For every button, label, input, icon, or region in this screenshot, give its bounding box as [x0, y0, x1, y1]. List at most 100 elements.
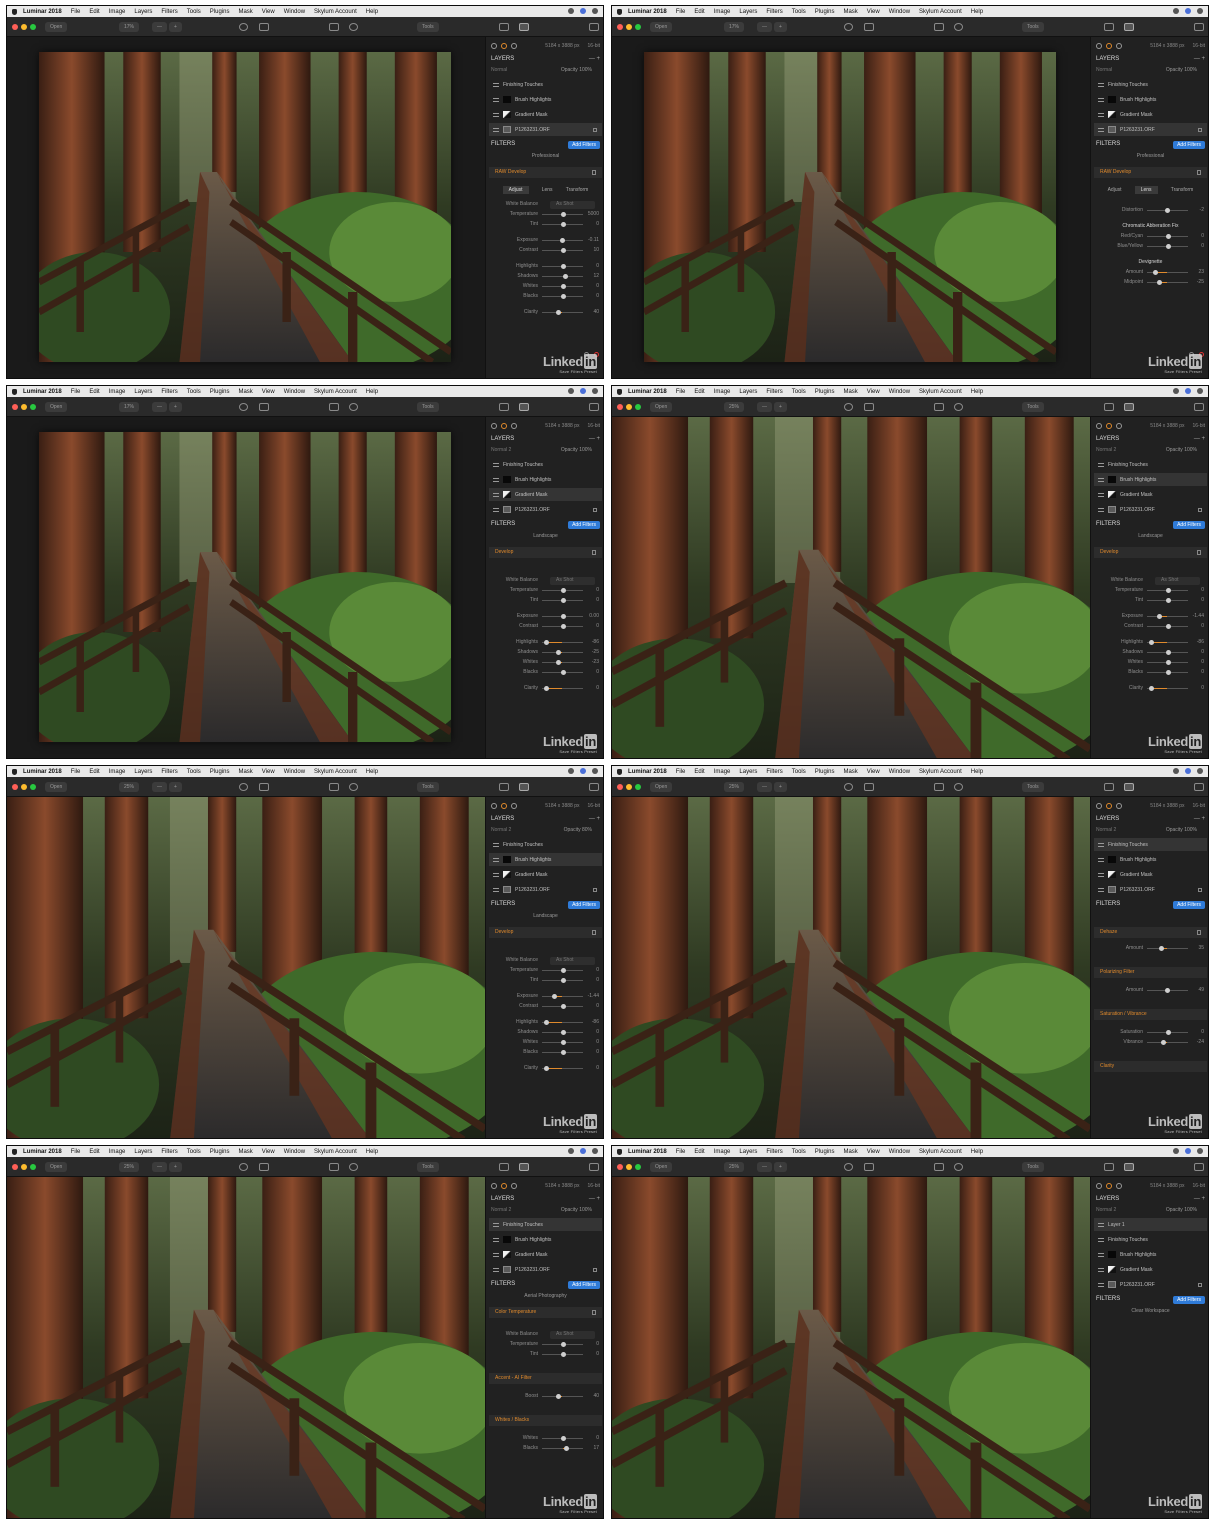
menu-tools[interactable]: Tools: [792, 9, 806, 15]
apple-icon[interactable]: [617, 1148, 622, 1155]
menu-skylum-account[interactable]: Skylum Account: [919, 1149, 962, 1155]
spotlight-icon[interactable]: [1173, 388, 1179, 394]
app-name[interactable]: Luminar 2018: [628, 769, 667, 775]
slider-track[interactable]: [542, 686, 583, 691]
info-icon[interactable]: [1116, 803, 1122, 809]
add-filters-button[interactable]: Add Filters: [568, 1281, 600, 1289]
layer-row[interactable]: Gradient Mask: [1094, 108, 1207, 121]
layer-row[interactable]: P1263231.ORF: [489, 883, 602, 896]
layer-row[interactable]: Brush Highlights: [489, 1233, 602, 1246]
menu-skylum-account[interactable]: Skylum Account: [314, 769, 357, 775]
slider-track[interactable]: [1147, 244, 1188, 249]
image-canvas[interactable]: [612, 1177, 1090, 1518]
add-filters-button[interactable]: Add Filters: [568, 141, 600, 149]
layer-row[interactable]: P1263231.ORF: [489, 123, 602, 136]
slider-value[interactable]: 0: [1201, 669, 1204, 675]
panel-layout-icon[interactable]: [1104, 783, 1114, 791]
menu-image[interactable]: Image: [109, 9, 126, 15]
close-window-button[interactable]: [617, 24, 623, 30]
spotlight-icon[interactable]: [568, 8, 574, 14]
slider-handle[interactable]: [1157, 280, 1163, 285]
menu-plugins[interactable]: Plugins: [210, 769, 230, 775]
slider-value[interactable]: -24: [1197, 1039, 1204, 1045]
menu-layers[interactable]: Layers: [134, 1149, 152, 1155]
slider-handle[interactable]: [562, 274, 568, 279]
apple-icon[interactable]: [12, 388, 17, 395]
slider-track[interactable]: [542, 660, 583, 665]
tools-dropdown[interactable]: Tools: [417, 782, 439, 792]
open-button[interactable]: Open: [650, 22, 673, 32]
menu-file[interactable]: File: [676, 389, 686, 395]
panel-layout-icon[interactable]: [499, 783, 509, 791]
opacity-value[interactable]: Opacity 100%: [1166, 67, 1197, 73]
filters-panel-icon[interactable]: [519, 1163, 529, 1171]
slider-track[interactable]: [1147, 598, 1188, 603]
siri-icon[interactable]: [580, 8, 586, 14]
slider-value[interactable]: 0: [596, 1039, 599, 1045]
lock-icon[interactable]: [1198, 507, 1202, 512]
add-layer-button[interactable]: — +: [589, 816, 600, 822]
slider-value[interactable]: 0: [596, 1065, 599, 1071]
filter-header[interactable]: Saturation / Vibrance: [1094, 1009, 1207, 1020]
slider-handle[interactable]: [560, 614, 566, 619]
menu-tools[interactable]: Tools: [187, 389, 201, 395]
image-canvas[interactable]: [7, 1177, 485, 1518]
menu-help[interactable]: Help: [366, 769, 378, 775]
filter-lock-icon[interactable]: [1197, 550, 1201, 555]
slider-track[interactable]: [1147, 624, 1188, 629]
histogram-icon[interactable]: [1096, 1183, 1102, 1189]
histogram-icon[interactable]: [491, 803, 497, 809]
slider-track[interactable]: [1147, 614, 1188, 619]
menu-image[interactable]: Image: [714, 1149, 731, 1155]
filter-lock-icon[interactable]: [592, 550, 596, 555]
compare-icon[interactable]: [864, 23, 874, 31]
slider-handle[interactable]: [1153, 270, 1159, 275]
compare-icon[interactable]: [864, 783, 874, 791]
layer-row[interactable]: P1263231.ORF: [489, 1263, 602, 1276]
slider-track[interactable]: [1147, 660, 1188, 665]
slider-handle[interactable]: [544, 1020, 550, 1025]
slider-handle[interactable]: [563, 1446, 569, 1451]
slider-value[interactable]: 0: [596, 263, 599, 269]
menu-filters[interactable]: Filters: [766, 769, 782, 775]
close-window-button[interactable]: [617, 404, 623, 410]
share-icon[interactable]: [589, 1163, 599, 1171]
lock-icon[interactable]: [1198, 887, 1202, 892]
menu-file[interactable]: File: [71, 769, 81, 775]
add-layer-button[interactable]: — +: [589, 56, 600, 62]
slider-value[interactable]: 0: [596, 221, 599, 227]
slider-track[interactable]: [1147, 208, 1188, 213]
apple-icon[interactable]: [12, 8, 17, 15]
info-icon[interactable]: [511, 43, 517, 49]
slider-value[interactable]: 0: [596, 587, 599, 593]
menu-filters[interactable]: Filters: [161, 9, 177, 15]
slider-value[interactable]: -86: [592, 639, 599, 645]
layer-row[interactable]: Brush Highlights: [489, 93, 602, 106]
filters-title[interactable]: FILTERS: [1096, 141, 1120, 147]
filters-panel-icon[interactable]: [1124, 403, 1134, 411]
lock-icon[interactable]: [593, 127, 597, 132]
slider-value[interactable]: 0: [596, 977, 599, 983]
apple-icon[interactable]: [617, 8, 622, 15]
spotlight-icon[interactable]: [568, 1148, 574, 1154]
slider-value[interactable]: 0: [596, 967, 599, 973]
layer-row[interactable]: Brush Highlights: [489, 853, 602, 866]
slider-value[interactable]: 0: [596, 1029, 599, 1035]
slider-value[interactable]: -23: [592, 659, 599, 665]
workspace-dropdown[interactable]: Landscape: [1091, 533, 1208, 539]
histogram-icon[interactable]: [491, 423, 497, 429]
zoom-out-button[interactable]: —: [757, 402, 772, 412]
info-icon[interactable]: [1116, 423, 1122, 429]
menu-layers[interactable]: Layers: [739, 1149, 757, 1155]
layer-row[interactable]: Brush Highlights: [1094, 853, 1207, 866]
minimize-window-button[interactable]: [21, 1164, 27, 1170]
control-center-icon[interactable]: [1197, 8, 1203, 14]
compare-icon[interactable]: [259, 403, 269, 411]
share-icon[interactable]: [589, 23, 599, 31]
photo-preview[interactable]: [7, 1177, 485, 1518]
slider-handle[interactable]: [1165, 598, 1171, 603]
menu-view[interactable]: View: [262, 389, 275, 395]
menu-layers[interactable]: Layers: [739, 769, 757, 775]
info-icon[interactable]: [1116, 43, 1122, 49]
zoom-level[interactable]: 25%: [724, 782, 745, 792]
